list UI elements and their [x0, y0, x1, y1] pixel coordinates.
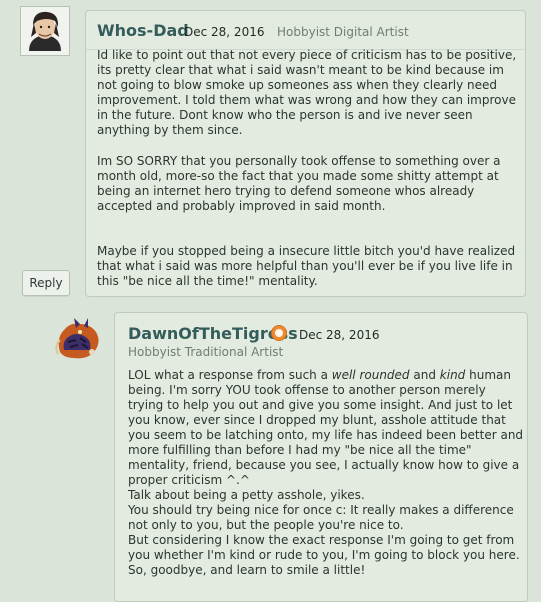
user-role: Hobbyist Digital Artist: [277, 25, 409, 39]
user-avatar-icon: [21, 7, 69, 55]
comment-body: being. I'm sorry YOU took offense to ano…: [128, 383, 524, 577]
avatar[interactable]: [50, 312, 104, 366]
comment-card: DawnOfTheTigress Dec 28, 2016 Hobbyist T…: [114, 312, 528, 602]
comment-header: Whos-Dad Dec 28, 2016 Hobbyist Digital A…: [86, 11, 525, 50]
comment-paragraph: Id like to point out that not every piec…: [97, 48, 517, 137]
reply-button[interactable]: Reply: [22, 270, 70, 296]
tiger-avatar-icon: [55, 318, 99, 359]
comment-paragraph: Im SO SORRY that you personally took off…: [97, 154, 501, 213]
comment-card: Whos-Dad Dec 28, 2016 Hobbyist Digital A…: [85, 10, 526, 297]
comment-paragraph: Maybe if you stopped being a insecure li…: [97, 244, 516, 288]
comment-date[interactable]: Dec 28, 2016: [184, 25, 264, 39]
username-link[interactable]: Whos-Dad: [97, 21, 189, 40]
deviant-badge-icon: [271, 325, 287, 341]
avatar[interactable]: [20, 6, 70, 56]
comment-first-line: LOL what a response from such a well rou…: [128, 368, 511, 382]
comment-date[interactable]: Dec 28, 2016: [299, 328, 379, 342]
user-role: Hobbyist Traditional Artist: [128, 345, 284, 359]
